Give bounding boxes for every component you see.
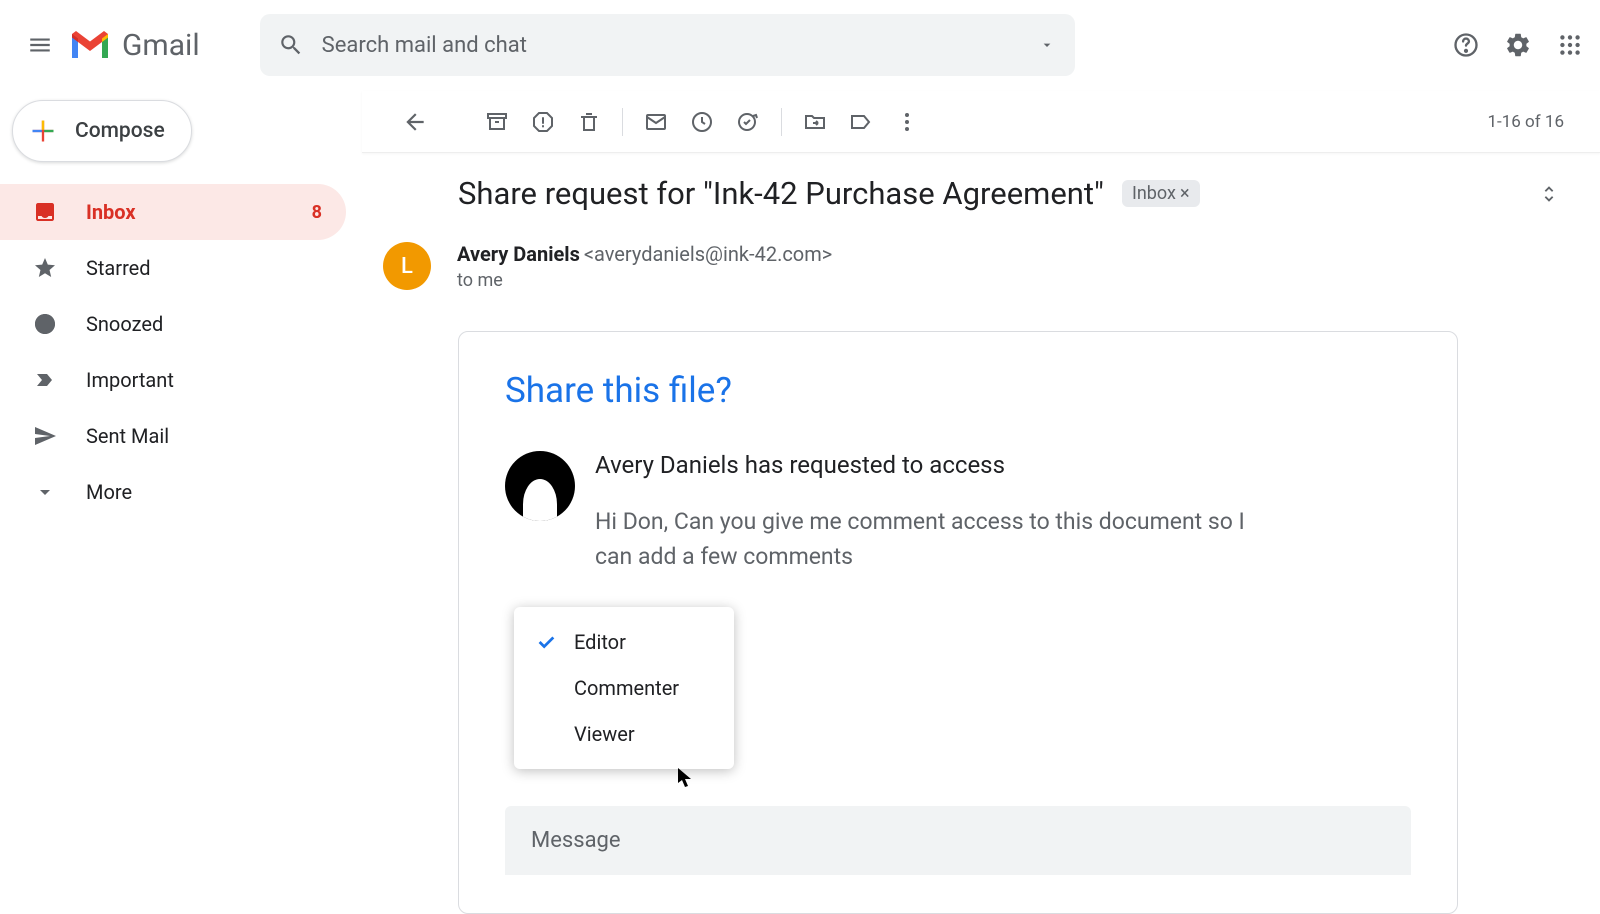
compose-plus-icon [29,117,57,145]
nav-label: More [86,480,132,504]
send-icon [32,423,58,449]
gmail-logo-text: Gmail [122,28,200,63]
spam-button[interactable] [520,99,566,145]
star-icon [32,255,58,281]
labels-button[interactable] [838,99,884,145]
recipient-line: to me [457,270,832,291]
sidebar-item-sent[interactable]: Sent Mail [0,408,346,464]
move-button[interactable] [792,99,838,145]
role-option-viewer[interactable]: Viewer [514,711,734,757]
settings-icon[interactable] [1504,31,1532,59]
search-input[interactable] [322,33,1057,58]
support-icon[interactable] [1452,31,1480,59]
option-label: Viewer [574,722,635,746]
nav-count: 8 [312,202,322,223]
sidebar-item-inbox[interactable]: Inbox 8 [0,184,346,240]
nav-label: Starred [86,256,151,280]
role-dropdown: Editor Commenter Viewer [514,607,734,769]
request-message: Hi Don, Can you give me comment access t… [595,505,1255,574]
expand-collapse-icon[interactable] [1538,183,1560,205]
nav-label: Snoozed [86,312,163,336]
more-button[interactable] [884,99,930,145]
role-option-editor[interactable]: Editor [514,619,734,665]
search-bar[interactable] [260,14,1075,76]
archive-button[interactable] [474,99,520,145]
delete-button[interactable] [566,99,612,145]
role-option-commenter[interactable]: Commenter [514,665,734,711]
sender-name: Avery Daniels [457,242,580,266]
sender-row: L Avery Daniels <averydaniels@ink-42.com… [383,242,1560,291]
email-subject: Share request for "Ink-42 Purchase Agree… [458,175,1104,212]
mark-unread-button[interactable] [633,99,679,145]
message-input[interactable]: Message [505,806,1411,875]
email-body: Share request for "Ink-42 Purchase Agree… [362,153,1600,914]
option-label: Editor [574,630,626,654]
divider [781,108,782,136]
requester-avatar [505,451,575,521]
important-icon [32,367,58,393]
share-card: Share this file? Avery Daniels has reque… [458,331,1458,914]
sidebar: Compose Inbox 8 Starred Snoozed Impor [0,90,362,900]
chip-label: Inbox [1132,183,1176,204]
subject-row: Share request for "Ink-42 Purchase Agree… [458,175,1560,212]
sender-email: <averydaniels@ink-42.com> [584,242,832,266]
check-icon [532,631,560,653]
sidebar-item-starred[interactable]: Starred [0,240,346,296]
close-icon[interactable]: × [1180,183,1190,204]
back-button[interactable] [392,99,438,145]
inbox-chip[interactable]: Inbox × [1122,180,1200,207]
content-area: 1-16 of 16 Share request for "Ink-42 Pur… [362,90,1600,900]
apps-icon[interactable] [1556,31,1584,59]
nav-label: Sent Mail [86,424,169,448]
gmail-logo[interactable]: Gmail [68,28,200,63]
add-task-button[interactable] [725,99,771,145]
search-options-icon[interactable] [1039,37,1055,53]
compose-label: Compose [75,119,165,143]
main-menu-button[interactable] [16,21,64,69]
chevron-down-icon [32,479,58,505]
sidebar-item-important[interactable]: Important [0,352,346,408]
clock-icon [32,311,58,337]
header: Gmail [0,0,1600,90]
inbox-icon [32,199,58,225]
share-title: Share this file? [505,370,1411,411]
snooze-button[interactable] [679,99,725,145]
compose-button[interactable]: Compose [12,100,192,162]
nav-label: Important [86,368,174,392]
header-actions [1452,31,1584,59]
option-label: Commenter [574,676,679,700]
email-toolbar: 1-16 of 16 [362,91,1600,153]
sender-avatar[interactable]: L [383,242,431,290]
nav-label: Inbox [86,200,136,224]
sidebar-item-snoozed[interactable]: Snoozed [0,296,346,352]
divider [622,108,623,136]
request-line: Avery Daniels has requested to access [595,451,1411,479]
sidebar-item-more[interactable]: More [0,464,346,520]
gmail-logo-icon [68,28,112,62]
search-icon [278,32,304,58]
pagination-text: 1-16 of 16 [1487,112,1600,132]
